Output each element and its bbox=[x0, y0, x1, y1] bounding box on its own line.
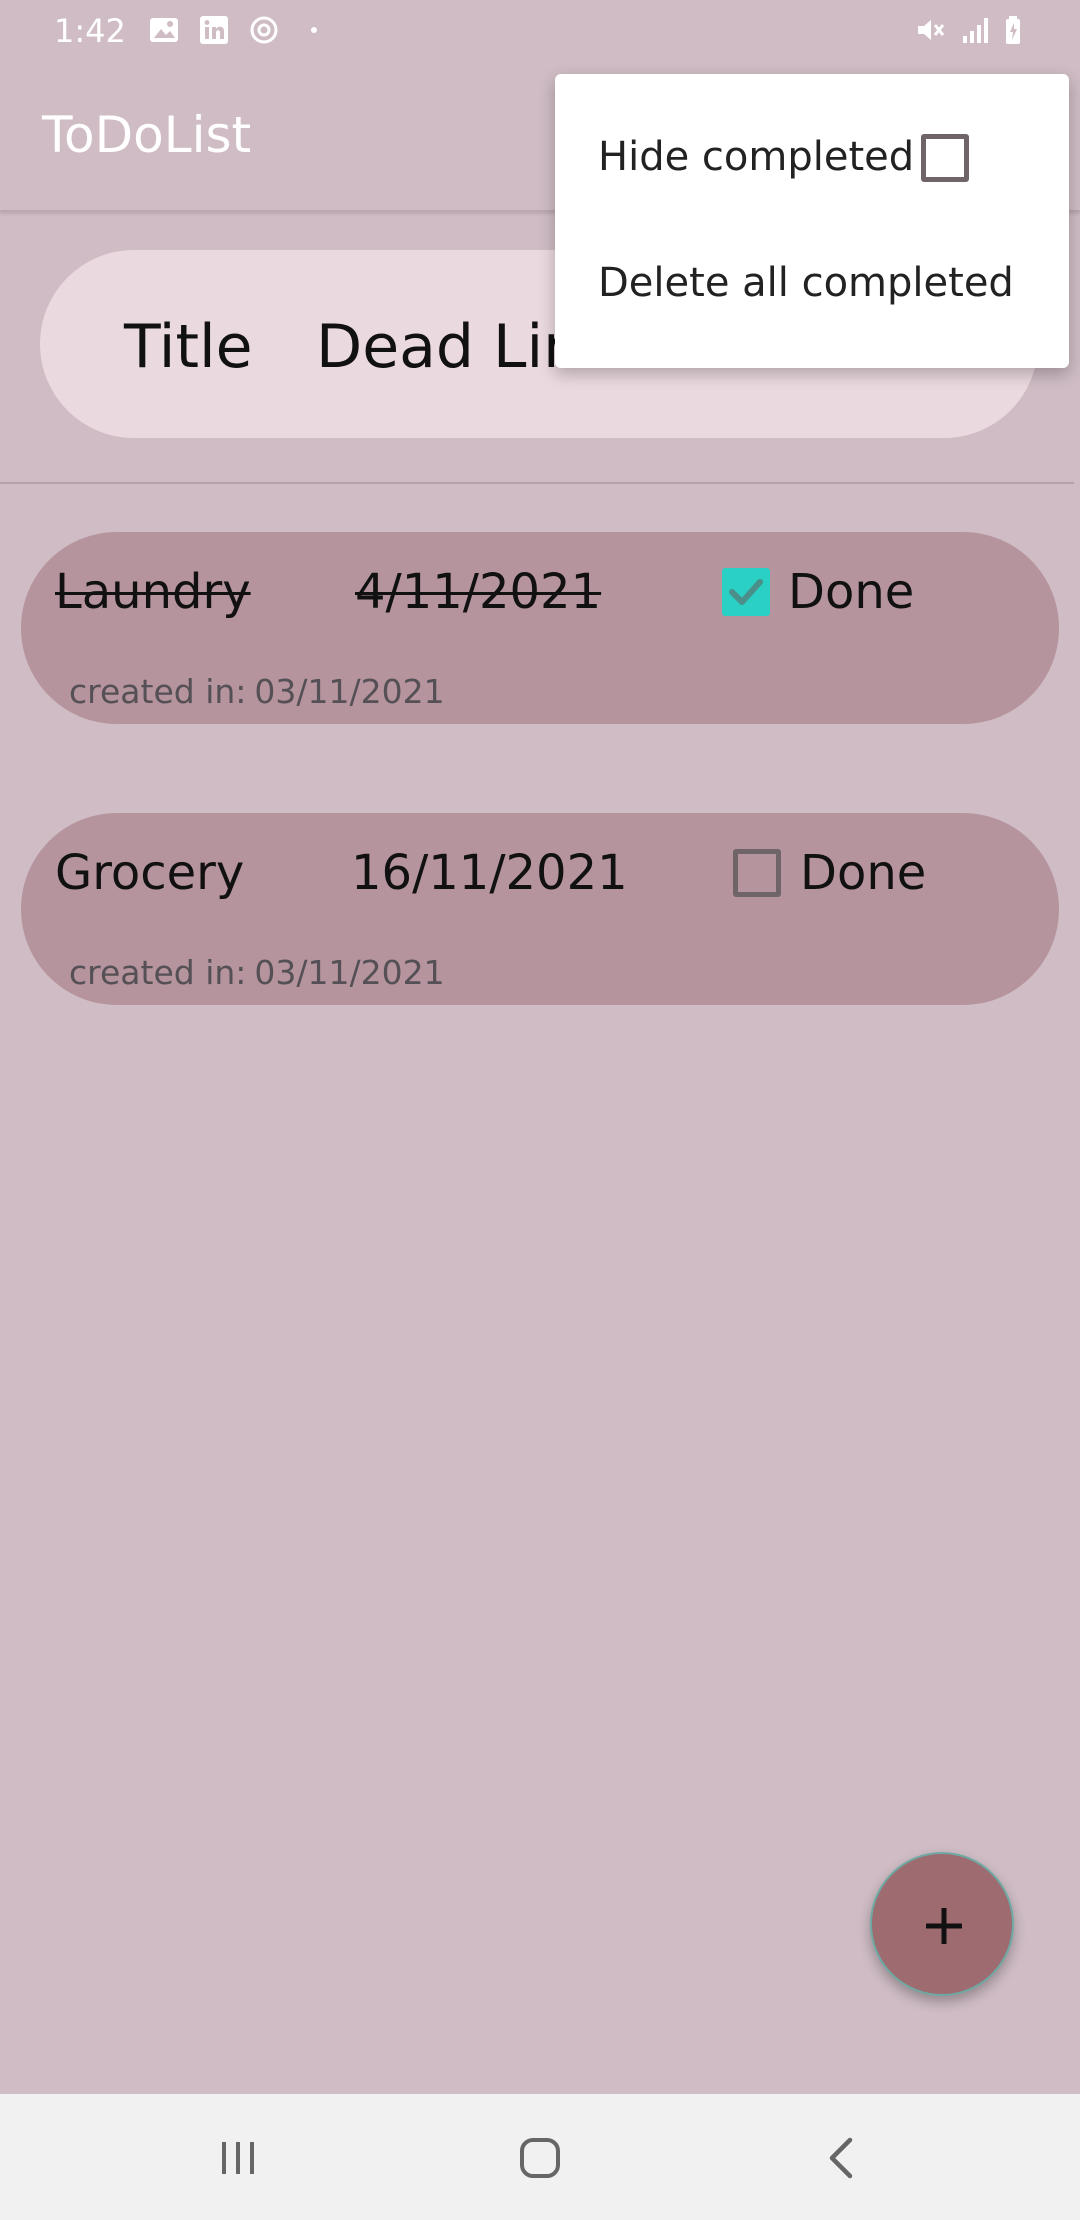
created-date: created in: 03/11/2021 bbox=[69, 672, 445, 711]
signal-icon bbox=[960, 14, 992, 46]
linkedin-icon bbox=[198, 14, 230, 46]
divider bbox=[0, 482, 1074, 484]
app-screen: 1:42 ToDoList Title Dead Line Done bbox=[0, 0, 1080, 2220]
back-icon[interactable] bbox=[812, 2128, 872, 2188]
created-date-value: 03/11/2021 bbox=[254, 953, 445, 992]
app-title: ToDoList bbox=[42, 106, 252, 164]
done-checkbox[interactable] bbox=[722, 568, 770, 616]
task-title: Laundry bbox=[55, 564, 251, 620]
plus-icon bbox=[926, 1908, 962, 1944]
created-date-value: 03/11/2021 bbox=[254, 672, 445, 711]
mute-icon bbox=[914, 14, 946, 46]
done-label: Done bbox=[800, 845, 927, 901]
image-icon bbox=[148, 14, 180, 46]
done-label: Done bbox=[788, 564, 915, 620]
home-icon[interactable] bbox=[510, 2128, 570, 2188]
recent-apps-icon[interactable] bbox=[208, 2128, 268, 2188]
overflow-menu: Hide completed Delete all completed bbox=[555, 74, 1069, 368]
header-title-label: Title bbox=[124, 312, 253, 382]
navigation-bar bbox=[0, 2094, 1080, 2220]
menu-item-hide-completed[interactable]: Hide completed bbox=[598, 134, 914, 180]
done-checkbox[interactable] bbox=[733, 849, 781, 897]
add-task-button[interactable] bbox=[870, 1852, 1014, 1996]
dot-icon bbox=[304, 14, 336, 46]
status-time: 1:42 bbox=[54, 12, 126, 50]
check-icon bbox=[729, 579, 763, 605]
battery-icon bbox=[1000, 14, 1032, 46]
task-card[interactable]: Laundry 4/11/2021 Done created in: 03/11/… bbox=[21, 532, 1059, 724]
created-date: created in: 03/11/2021 bbox=[69, 953, 445, 992]
created-prefix: created in: bbox=[69, 672, 247, 711]
task-card[interactable]: Grocery 16/11/2021 Done created in: 03/11… bbox=[21, 813, 1059, 1005]
hide-completed-checkbox[interactable] bbox=[921, 134, 969, 182]
menu-item-delete-all-completed[interactable]: Delete all completed bbox=[598, 260, 1014, 306]
status-bar: 1:42 bbox=[0, 0, 1080, 62]
sync-icon bbox=[248, 14, 280, 46]
task-title: Grocery bbox=[55, 845, 245, 901]
created-prefix: created in: bbox=[69, 953, 247, 992]
task-deadline: 16/11/2021 bbox=[351, 845, 628, 901]
task-deadline: 4/11/2021 bbox=[355, 564, 602, 620]
